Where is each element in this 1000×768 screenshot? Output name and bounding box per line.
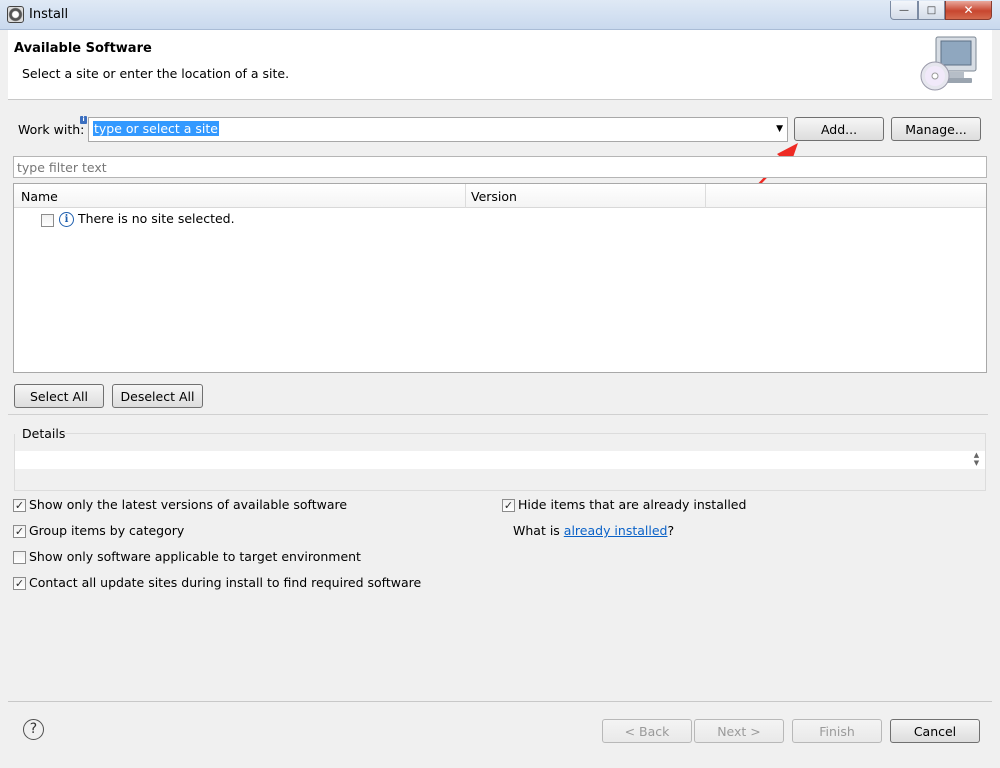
row-checkbox[interactable] [41, 214, 54, 227]
select-all-button[interactable]: Select All [14, 384, 104, 408]
add-button[interactable]: Add... [794, 117, 884, 141]
info-decorator-icon: i [80, 116, 87, 124]
group-by-category-label: Group items by category [29, 523, 185, 538]
software-table[interactable]: Name Version i There is no site selected… [13, 183, 987, 373]
show-latest-checkbox[interactable]: ✓ [13, 499, 26, 512]
site-combo[interactable]: type or select a site ▼ [88, 117, 788, 142]
app-icon [7, 6, 24, 23]
contact-all-checkbox[interactable]: ✓ [13, 577, 26, 590]
filter-input[interactable]: type filter text [13, 156, 987, 178]
what-is-prefix: What is [513, 523, 564, 538]
what-is-suffix: ? [667, 523, 675, 538]
column-header-name[interactable]: Name [21, 189, 58, 204]
already-installed-link[interactable]: already installed [564, 523, 668, 538]
divider [8, 414, 988, 415]
what-is-text: What is already installed? [513, 523, 674, 538]
column-header-version[interactable]: Version [471, 189, 517, 204]
help-icon[interactable]: ? [23, 719, 44, 740]
details-label: Details [22, 426, 66, 441]
table-row-name: There is no site selected. [78, 211, 235, 226]
divider [8, 701, 992, 702]
deselect-all-button[interactable]: Deselect All [112, 384, 203, 408]
minimize-button[interactable]: — [890, 1, 918, 20]
info-icon: i [59, 212, 74, 227]
hide-installed-checkbox[interactable]: ✓ [502, 499, 515, 512]
target-env-checkbox[interactable] [13, 551, 26, 564]
dropdown-arrow-icon[interactable]: ▼ [776, 124, 783, 134]
column-divider[interactable] [465, 184, 466, 208]
contact-all-label: Contact all update sites during install … [29, 575, 422, 590]
close-button[interactable]: ✕ [945, 1, 992, 20]
target-env-label: Show only software applicable to target … [29, 549, 361, 564]
next-button[interactable]: Next > [694, 719, 784, 743]
manage-button[interactable]: Manage... [891, 117, 981, 141]
group-border [64, 433, 986, 434]
hide-installed-label: Hide items that are already installed [518, 497, 747, 512]
group-by-category-checkbox[interactable]: ✓ [13, 525, 26, 538]
details-scrollbar[interactable]: ▲ ▼ [969, 451, 984, 469]
work-with-label: Work with: [18, 122, 85, 137]
page-title: Available Software [14, 41, 152, 56]
maximize-button[interactable]: □ [918, 1, 945, 20]
table-header: Name Version [14, 184, 986, 208]
details-text-area[interactable] [15, 451, 985, 469]
window-title: Install [29, 7, 69, 22]
finish-button[interactable]: Finish [792, 719, 882, 743]
show-latest-label: Show only the latest versions of availab… [29, 497, 348, 512]
header-banner [8, 30, 992, 100]
page-subtitle: Select a site or enter the location of a… [22, 66, 290, 81]
cancel-button[interactable]: Cancel [890, 719, 980, 743]
back-button[interactable]: < Back [602, 719, 692, 743]
monitor-cd-icon [920, 36, 977, 91]
column-divider[interactable] [705, 184, 706, 208]
site-combo-value[interactable]: type or select a site [93, 121, 219, 136]
title-bar [0, 0, 1000, 30]
